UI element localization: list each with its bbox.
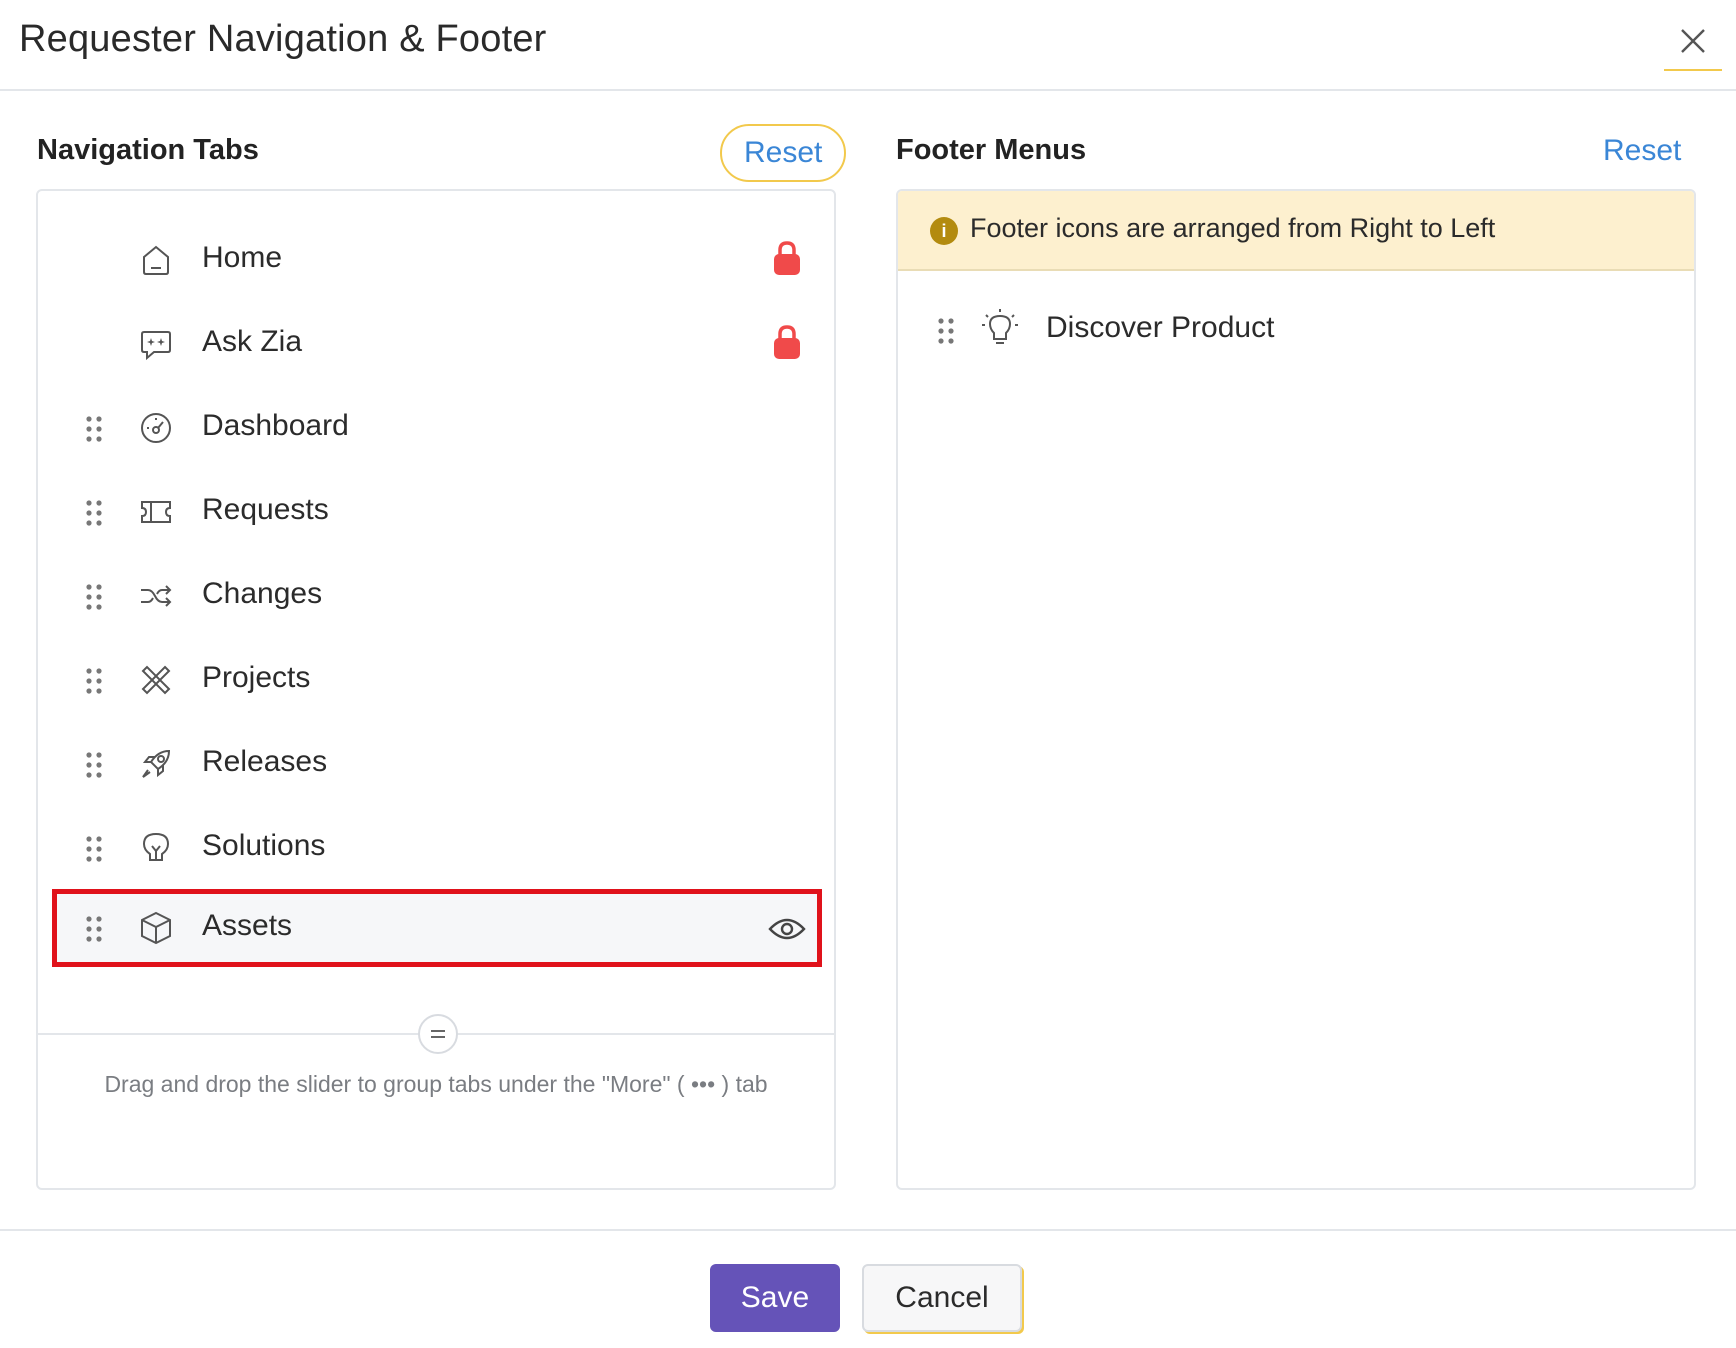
nav-tab-assets[interactable]: Assets xyxy=(52,889,822,967)
slider-hint-text: Drag and drop the slider to group tabs u… xyxy=(104,1071,768,1097)
info-banner: i Footer icons are arranged from Right t… xyxy=(898,191,1694,271)
info-banner-text: Footer icons are arranged from Right to … xyxy=(970,213,1496,243)
nav-tab-requests[interactable]: Requests xyxy=(52,473,822,551)
footer-reset-button[interactable]: Reset xyxy=(1603,134,1681,168)
lightbulb-glow-icon xyxy=(982,309,1018,344)
save-button[interactable]: Save xyxy=(710,1264,840,1332)
drag-handle-icon[interactable] xyxy=(84,915,104,943)
home-icon xyxy=(143,245,169,275)
nav-tab-ask-zia[interactable]: Ask Zia xyxy=(52,305,822,383)
navigation-tabs-title: Navigation Tabs xyxy=(37,134,259,166)
shuffle-icon xyxy=(141,585,172,607)
navigation-tabs-panel: Home Ask Zia Dashboard Requests Changes … xyxy=(36,189,836,1190)
equals-icon xyxy=(431,1030,445,1038)
chat-sparkle-icon xyxy=(141,331,171,361)
nav-tab-label: Ask Zia xyxy=(202,325,303,358)
footer-item-discover-product[interactable]: Discover Product xyxy=(898,291,1694,369)
nav-tab-label: Solutions xyxy=(202,829,326,862)
nav-tab-label: Projects xyxy=(202,661,311,694)
drag-handle-icon[interactable] xyxy=(84,835,104,863)
gauge-icon xyxy=(141,413,171,443)
eye-icon[interactable] xyxy=(768,915,806,943)
drag-handle-icon[interactable] xyxy=(936,317,956,345)
nav-tab-home[interactable]: Home xyxy=(52,221,822,299)
close-icon xyxy=(1681,29,1705,53)
more-slider-handle[interactable] xyxy=(418,1014,458,1054)
dialog-header: Requester Navigation & Footer xyxy=(0,0,1736,91)
nav-tab-label: Changes xyxy=(202,577,323,610)
lock-icon xyxy=(774,325,800,359)
bulb-icon xyxy=(142,832,170,861)
ticket-icon xyxy=(141,501,171,523)
nav-tab-solutions[interactable]: Solutions xyxy=(52,809,822,887)
tools-icon xyxy=(141,665,171,695)
cube-icon xyxy=(141,911,171,945)
nav-tab-dashboard[interactable]: Dashboard xyxy=(52,389,822,467)
info-icon: i xyxy=(930,217,958,245)
drag-handle-icon[interactable] xyxy=(84,667,104,695)
nav-tab-label: Releases xyxy=(202,745,328,778)
nav-tab-label: Dashboard xyxy=(202,409,349,442)
nav-tab-label: Requests xyxy=(202,493,329,526)
navigation-reset-button[interactable]: Reset xyxy=(720,124,847,182)
nav-tab-changes[interactable]: Changes xyxy=(52,557,822,635)
drag-handle-icon[interactable] xyxy=(84,751,104,779)
footer-item-label: Discover Product xyxy=(1046,311,1275,344)
dialog-title: Requester Navigation & Footer xyxy=(19,18,547,60)
footer-menus-panel: i Footer icons are arranged from Right t… xyxy=(896,189,1696,1190)
nav-tab-projects[interactable]: Projects xyxy=(52,641,822,719)
drag-handle-icon[interactable] xyxy=(84,499,104,527)
close-button[interactable] xyxy=(1664,13,1722,71)
footer-menus-title: Footer Menus xyxy=(896,134,1087,166)
nav-tab-label: Home xyxy=(202,241,283,274)
drag-handle-icon[interactable] xyxy=(84,415,104,443)
lock-icon xyxy=(774,241,800,275)
rocket-icon xyxy=(142,749,171,778)
dialog-footer-divider xyxy=(0,1229,1736,1231)
nav-tab-label: Assets xyxy=(202,909,293,942)
drag-handle-icon[interactable] xyxy=(84,583,104,611)
cancel-button[interactable]: Cancel xyxy=(862,1264,1022,1332)
nav-tab-releases[interactable]: Releases xyxy=(52,725,822,803)
